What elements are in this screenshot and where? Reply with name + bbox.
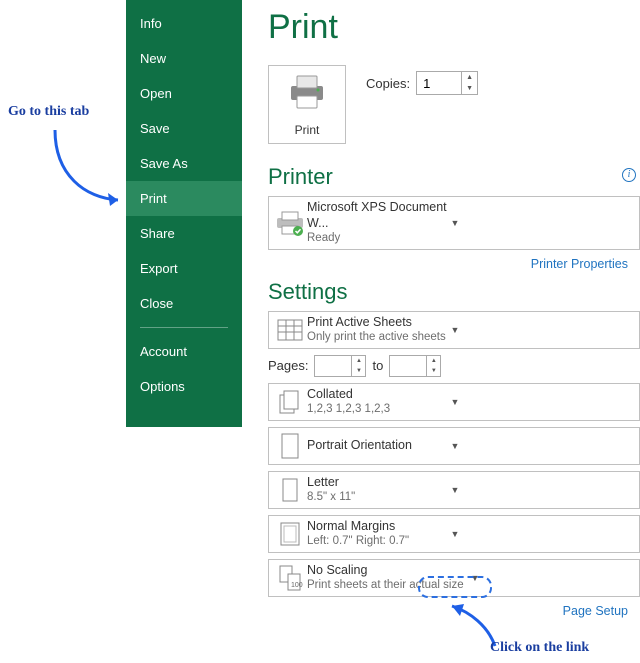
annotation-highlight [418, 576, 492, 598]
pages-from-input[interactable] [315, 356, 351, 376]
printer-properties-link[interactable]: Printer Properties [531, 257, 628, 271]
sheets-icon [273, 318, 307, 342]
chevron-down-icon: ▼ [447, 529, 463, 539]
sidebar-item-options[interactable]: Options [126, 369, 242, 404]
chevron-down-icon: ▼ [447, 218, 463, 228]
orientation-selector[interactable]: Portrait Orientation ▼ [268, 427, 640, 465]
printer-selector[interactable]: Microsoft XPS Document W... Ready ▼ [268, 196, 640, 250]
printer-info-icon[interactable]: i [622, 168, 636, 182]
sidebar-item-close[interactable]: Close [126, 286, 242, 321]
copies-spinner[interactable]: ▲ ▼ [416, 71, 478, 95]
page-title: Print [268, 8, 640, 47]
printer-name: Microsoft XPS Document W... [307, 200, 447, 231]
annotation-tab: Go to this tab [8, 104, 89, 120]
page-icon [273, 476, 307, 504]
scaling-icon: 100 [273, 564, 307, 592]
sidebar-divider [140, 327, 228, 328]
pages-label: Pages: [268, 358, 308, 373]
svg-text:100: 100 [291, 582, 303, 589]
sidebar-item-share[interactable]: Share [126, 216, 242, 251]
margins-icon [273, 520, 307, 548]
copies-label: Copies: [366, 76, 410, 91]
sidebar-item-save[interactable]: Save [126, 111, 242, 146]
sidebar-item-account[interactable]: Account [126, 334, 242, 369]
annotation-link: Click on the link [490, 640, 589, 656]
margins-selector[interactable]: Normal Margins Left: 0.7" Right: 0.7" ▼ [268, 515, 640, 553]
printer-icon [287, 74, 327, 113]
chevron-down-icon: ▼ [447, 397, 463, 407]
settings-heading: Settings [268, 279, 640, 305]
collate-selector[interactable]: Collated 1,2,3 1,2,3 1,2,3 ▼ [268, 383, 640, 421]
chevron-down-icon: ▼ [447, 441, 463, 451]
print-area-selector[interactable]: Print Active Sheets Only print the activ… [268, 311, 640, 349]
copies-up[interactable]: ▲ [462, 72, 477, 83]
print-button-label: Print [295, 123, 320, 137]
sidebar-item-info[interactable]: Info [126, 0, 242, 41]
pages-to[interactable]: ▲▼ [389, 355, 441, 377]
file-menu-sidebar: Info New Open Save Save As Print Share E… [126, 0, 242, 427]
chevron-down-icon: ▼ [447, 485, 463, 495]
sidebar-item-save-as[interactable]: Save As [126, 146, 242, 181]
sidebar-item-new[interactable]: New [126, 41, 242, 76]
pages-from[interactable]: ▲▼ [314, 355, 366, 377]
pages-to-label: to [372, 358, 383, 373]
paper-size-selector[interactable]: Letter 8.5" x 11" ▼ [268, 471, 640, 509]
printer-heading: Printer i [268, 164, 640, 190]
printer-device-icon [273, 210, 307, 236]
sidebar-item-export[interactable]: Export [126, 251, 242, 286]
chevron-down-icon: ▼ [447, 325, 463, 335]
sidebar-item-print[interactable]: Print [126, 181, 242, 216]
collate-icon [273, 389, 307, 415]
portrait-icon [273, 432, 307, 460]
print-panel: Print Print Copies: ▲ ▼ [260, 0, 640, 626]
printer-status: Ready [307, 231, 447, 245]
print-button[interactable]: Print [268, 65, 346, 144]
copies-input[interactable] [417, 72, 461, 94]
page-setup-link[interactable]: Page Setup [563, 604, 628, 618]
copies-down[interactable]: ▼ [462, 83, 477, 94]
annotation-arrow-tab [40, 120, 140, 220]
sidebar-item-open[interactable]: Open [126, 76, 242, 111]
pages-to-input[interactable] [390, 356, 426, 376]
